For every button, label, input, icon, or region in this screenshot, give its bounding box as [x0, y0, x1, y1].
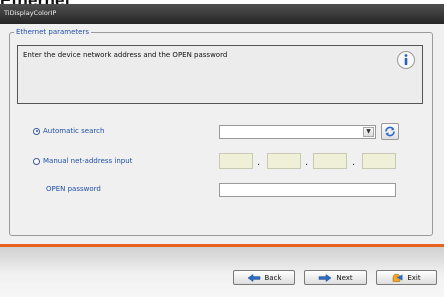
next-button-label: Next [336, 273, 353, 282]
device-search-dropdown[interactable]: ▼ [219, 125, 376, 139]
ip-octet-3[interactable] [313, 153, 347, 169]
automatic-search-option[interactable]: Automatic search [33, 127, 104, 135]
open-password-input[interactable] [219, 183, 396, 197]
ip-separator-dot: . [305, 157, 309, 168]
window-title: TiDisplayColorIP [4, 9, 57, 17]
exit-icon [393, 273, 403, 282]
ip-octet-2[interactable] [267, 153, 301, 169]
automatic-search-label: Automatic search [43, 127, 105, 135]
manual-input-radio[interactable] [33, 157, 40, 165]
chevron-down-icon[interactable]: ▼ [363, 127, 374, 137]
ip-octet-1[interactable] [219, 153, 253, 169]
refresh-icon [385, 126, 395, 137]
automatic-search-radio[interactable] [33, 127, 40, 135]
group-legend: Ethernet parameters [16, 28, 89, 36]
arrow-left-icon [247, 273, 260, 282]
manual-input-option[interactable]: Manual net-address input [33, 157, 132, 165]
back-button[interactable]: Back [233, 270, 295, 285]
back-button-label: Back [264, 273, 282, 282]
open-password-label: OPEN password [46, 185, 101, 193]
ip-octet-4[interactable] [362, 153, 396, 169]
ip-separator-dot: . [257, 157, 261, 168]
instruction-box: Enter the device network address and the… [17, 45, 423, 104]
ip-separator-dot: . [352, 157, 356, 168]
arrow-right-icon [319, 273, 332, 282]
exit-button-label: Exit [407, 273, 421, 282]
info-icon [397, 51, 415, 69]
manual-input-label: Manual net-address input [43, 157, 133, 165]
title-bar: TiDisplayColorIP [0, 4, 444, 24]
instruction-text: Enter the device network address and the… [23, 51, 228, 59]
exit-button[interactable]: Exit [376, 270, 437, 285]
refresh-button[interactable] [381, 123, 399, 140]
next-button[interactable]: Next [304, 270, 367, 285]
